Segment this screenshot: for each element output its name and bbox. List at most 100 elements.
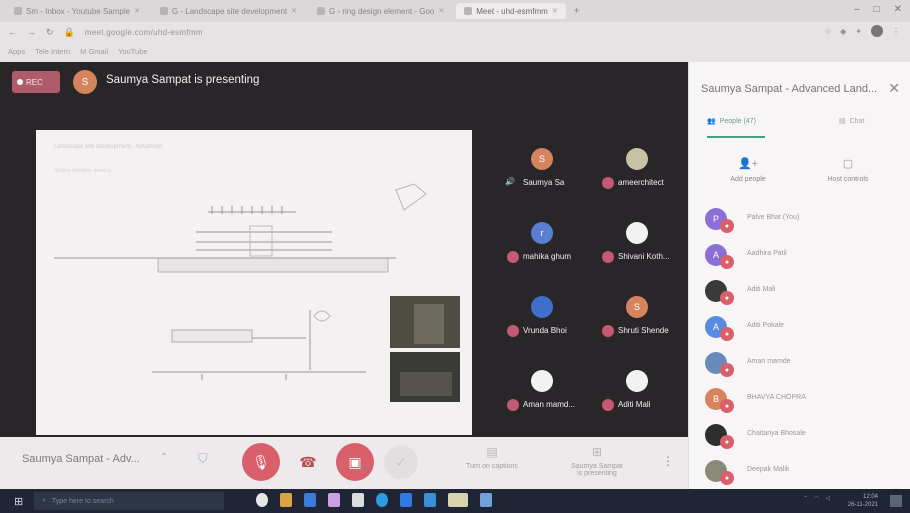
list-item[interactable]: ● Deepak Malik [705, 456, 905, 492]
browser-tab-2[interactable]: G - Landscape site development ✕ [152, 3, 305, 19]
list-item[interactable]: B ● BHAVYA CHOPRA [705, 384, 905, 420]
minimize-button[interactable]: – [854, 4, 860, 15]
file-explorer-icon[interactable] [280, 493, 292, 507]
person-name: Deepak Malik [747, 466, 790, 473]
presenter-avatar: S [73, 70, 97, 94]
edge-icon[interactable] [376, 493, 388, 507]
close-window-button[interactable]: ✕ [894, 4, 902, 15]
app-icon[interactable] [480, 493, 492, 507]
shield-icon[interactable]: ⛉ [198, 451, 212, 467]
present-now-button[interactable]: ⊞ Saumya Sampat is presenting [552, 445, 642, 477]
mail-icon[interactable] [424, 493, 436, 507]
meeting-stage: REC S Saumya Sampat is presenting Landsc… [0, 62, 688, 437]
raise-hand-button[interactable]: ✓ [384, 445, 418, 479]
participant-tile[interactable]: ameerchitect [590, 138, 685, 212]
microphone-toggle-button[interactable]: 🎙 [242, 443, 280, 481]
volume-icon[interactable]: ◁ [825, 495, 830, 502]
participant-tile[interactable]: Aman mamd... [495, 360, 590, 434]
taskbar-clock[interactable]: 12:04 26-11-2021 [848, 493, 878, 509]
tab-label: Sm - Inbox - Youtube Sample [26, 6, 131, 16]
list-item[interactable]: A ● Aditi Pokale [705, 312, 905, 348]
participant-avatar [531, 296, 553, 318]
tab-label: G - Landscape site development [171, 6, 288, 16]
store-icon[interactable] [400, 493, 412, 507]
host-controls-button[interactable]: ▢ Host controls [803, 157, 893, 183]
app-icon[interactable] [328, 493, 340, 507]
windows-start-icon[interactable]: ⊞ [14, 495, 26, 508]
puzzle-icon[interactable]: ✦ [855, 27, 862, 36]
close-tab-icon[interactable]: ✕ [134, 7, 140, 15]
chevron-up-icon[interactable]: ⌃ [803, 495, 808, 502]
back-icon[interactable]: ← [8, 27, 17, 37]
list-item[interactable]: ● Chaitanya Bhosale [705, 420, 905, 456]
profile-avatar[interactable] [871, 25, 883, 37]
extensions-area: ☆ ◆ ✦ ⋮ [824, 25, 900, 37]
participant-tile[interactable]: Shivani Koth... [590, 212, 685, 286]
photo-subject [414, 304, 444, 344]
more-options-icon[interactable]: ⋮ [662, 454, 674, 468]
add-people-button[interactable]: 👤+ Add people [703, 157, 793, 183]
captions-button[interactable]: ▤ Turn on captions [447, 445, 537, 470]
chevron-up-icon[interactable]: ⌃ [160, 452, 168, 463]
address-bar[interactable]: meet.google.com/uhd-esmfmm [85, 28, 203, 37]
bookmark-item[interactable]: Apps [8, 47, 25, 56]
menu-icon[interactable]: ⋮ [892, 27, 900, 36]
mic-off-icon: ● [720, 219, 734, 233]
reload-icon[interactable]: ↻ [46, 27, 54, 38]
taskbar-search-input[interactable]: ⌕ Type here to search [34, 492, 224, 510]
add-person-icon: 👤+ [737, 158, 759, 170]
tab-people[interactable]: 👥 People (47) [707, 117, 756, 126]
close-icon[interactable]: ✕ [888, 80, 900, 97]
forward-icon[interactable]: → [27, 27, 36, 37]
participant-tile[interactable]: r mahika ghum [495, 212, 590, 286]
notification-icon[interactable] [890, 495, 902, 507]
presenting-label: Saumya Sampat is presenting [106, 74, 260, 86]
mic-off-icon [602, 177, 614, 189]
star-icon[interactable]: ☆ [824, 27, 831, 36]
bookmark-item[interactable]: M Gmail [80, 47, 108, 56]
record-dot-icon [17, 79, 23, 85]
leave-call-button[interactable]: ☎ [296, 453, 320, 471]
browser-tab-3[interactable]: G - ring design element - Goo ✕ [309, 3, 452, 19]
participant-avatar [626, 370, 648, 392]
bookmarks-bar: Apps Tele Intern M Gmail YouTube [8, 42, 148, 60]
browser-tab-4[interactable]: Meet - uhd-esmfmm ✕ [456, 3, 566, 19]
camera-off-icon: ▣ [348, 453, 362, 470]
add-people-label: Add people [730, 176, 766, 183]
list-item[interactable]: ● Aman mamde [705, 348, 905, 384]
camera-toggle-button[interactable]: ▣ [336, 443, 374, 481]
list-item[interactable]: P ● Palve Bhat (You) [705, 204, 905, 240]
bookmark-item[interactable]: YouTube [118, 47, 147, 56]
tab-bar: Sm - Inbox - Youtube Sample ✕ G - Landsca… [0, 0, 910, 22]
participant-name: Aman mamd... [523, 400, 576, 409]
panel-title: Saumya Sampat - Advanced Land... [701, 83, 878, 95]
participant-tile[interactable]: S 🔊 Saumya Sa [495, 138, 590, 212]
app-icon[interactable] [304, 493, 316, 507]
tab-chat[interactable]: ▤ Chat [839, 117, 865, 126]
meeting-title[interactable]: Saumya Sampat - Adv... [22, 453, 140, 465]
active-tab-indicator [707, 136, 765, 138]
extension-icon[interactable]: ◆ [840, 27, 846, 36]
host-controls-label: Host controls [827, 176, 869, 183]
address-row: ← → ↻ 🔒 meet.google.com/uhd-esmfmm [0, 22, 910, 42]
search-placeholder: Type here to search [51, 497, 114, 505]
browser-tab-1[interactable]: Sm - Inbox - Youtube Sample ✕ [6, 3, 148, 19]
participant-tile[interactable]: S Shruti Shende [590, 286, 685, 360]
participant-tile[interactable]: Aditi Mali [590, 360, 685, 434]
phone-hangup-icon: ☎ [299, 453, 317, 470]
list-item[interactable]: ● Aditi Mali [705, 276, 905, 312]
close-tab-icon[interactable]: ✕ [438, 7, 444, 15]
participant-tile[interactable]: Vrunda Bhoi [495, 286, 590, 360]
bookmark-item[interactable]: Tele Intern [35, 47, 70, 56]
wifi-icon[interactable]: ◠ [814, 495, 819, 502]
close-tab-icon[interactable]: ✕ [552, 7, 558, 15]
new-tab-button[interactable]: + [570, 6, 584, 17]
check-icon: ✓ [395, 453, 407, 470]
app-icon[interactable] [352, 493, 364, 507]
list-item[interactable]: A ● Aadhira Patil [705, 240, 905, 276]
tab-chat-label: Chat [849, 117, 865, 125]
maximize-button[interactable]: □ [874, 4, 880, 15]
cortana-icon[interactable] [256, 493, 268, 507]
chrome-icon[interactable] [448, 493, 468, 507]
close-tab-icon[interactable]: ✕ [291, 7, 297, 15]
